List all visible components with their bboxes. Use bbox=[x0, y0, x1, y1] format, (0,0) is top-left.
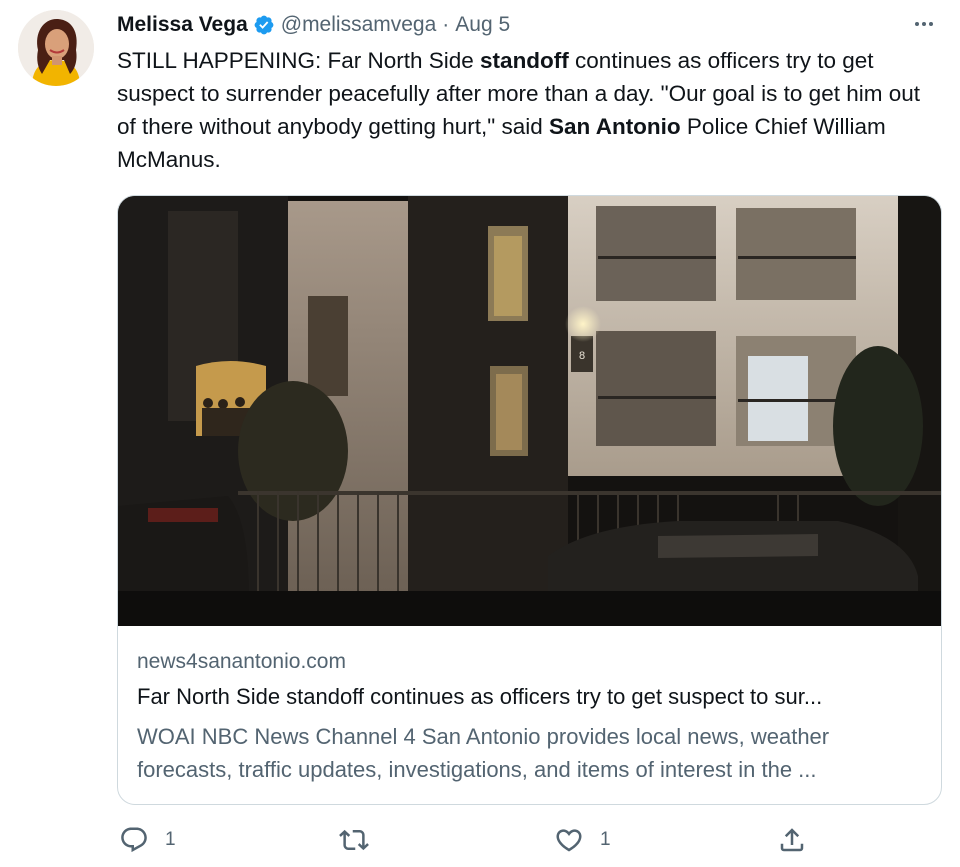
tweet-text-bold: San Antonio bbox=[549, 114, 681, 139]
tweet-header: Melissa Vega @melissamvega · Aug 5 bbox=[117, 10, 510, 40]
more-dots-icon[interactable] bbox=[910, 10, 938, 38]
retweet-icon bbox=[339, 829, 369, 851]
heart-icon bbox=[556, 829, 582, 852]
card-image: 8 bbox=[118, 196, 941, 626]
card-domain: news4sanantonio.com bbox=[137, 650, 346, 673]
verified-badge-icon bbox=[253, 14, 275, 36]
reply-count: 1 bbox=[165, 829, 176, 850]
tweet-text-bold: standoff bbox=[480, 48, 569, 73]
tweet-actions: 1 1 bbox=[117, 820, 942, 860]
building-sign-number: 8 bbox=[579, 350, 585, 362]
reply-icon bbox=[121, 827, 147, 853]
card-title: Far North Side standoff continues as off… bbox=[137, 684, 823, 709]
share-button[interactable] bbox=[777, 820, 807, 860]
avatar[interactable] bbox=[18, 10, 94, 86]
card-description: WOAI NBC News Channel 4 San Antonio prov… bbox=[137, 724, 830, 782]
retweet-button[interactable] bbox=[339, 820, 385, 860]
like-button[interactable]: 1 bbox=[554, 820, 611, 860]
author-handle[interactable]: @melissamvega bbox=[281, 13, 437, 37]
separator-dot: · bbox=[442, 13, 450, 36]
share-icon bbox=[780, 828, 804, 852]
reply-button[interactable]: 1 bbox=[119, 820, 176, 860]
like-count: 1 bbox=[600, 829, 611, 850]
author-name[interactable]: Melissa Vega bbox=[117, 13, 248, 37]
tweet-text: STILL HAPPENING: Far North Side standoff… bbox=[117, 44, 942, 176]
tweet-text-part: STILL HAPPENING: Far North Side bbox=[117, 48, 481, 73]
tweet-date[interactable]: Aug 5 bbox=[455, 13, 510, 37]
link-preview-card[interactable]: 8 news4sanantonio.com Far North Side sta… bbox=[117, 195, 942, 805]
profile-photo bbox=[18, 10, 94, 86]
